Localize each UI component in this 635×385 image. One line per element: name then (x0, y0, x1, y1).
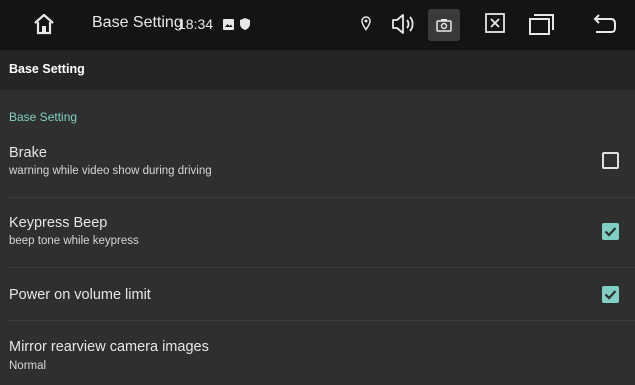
divider (9, 320, 635, 321)
camera-button[interactable] (428, 9, 460, 41)
camera-icon (436, 19, 452, 32)
home-icon[interactable] (33, 13, 55, 35)
shield-icon (240, 18, 250, 30)
status-bar-title: Base Setting (92, 14, 183, 31)
setting-title: Keypress Beep (9, 215, 108, 231)
setting-title: Brake (9, 145, 47, 161)
setting-brake[interactable]: Brake warning while video show during dr… (0, 140, 635, 197)
status-bar: Base Setting 18:34 (0, 0, 635, 50)
brake-checkbox[interactable] (602, 152, 619, 169)
keypress-beep-checkbox[interactable] (602, 223, 619, 240)
checkmark-icon (604, 227, 617, 237)
app-bar: Base Setting (0, 50, 635, 90)
settings-screen: Base Setting 18:34 Base Setting Base Set… (0, 0, 635, 385)
section-header: Base Setting (9, 110, 78, 124)
recent-apps-icon[interactable] (529, 13, 555, 35)
setting-summary: Normal (9, 360, 47, 372)
close-icon[interactable] (485, 13, 505, 33)
location-icon (361, 16, 371, 31)
divider (9, 197, 635, 198)
setting-summary: beep tone while keypress (9, 235, 139, 247)
status-bar-time: 18:34 (178, 16, 214, 32)
volume-icon[interactable] (391, 13, 415, 35)
setting-keypress-beep[interactable]: Keypress Beep beep tone while keypress (0, 210, 635, 267)
setting-title: Mirror rearview camera images (9, 339, 209, 355)
back-icon[interactable] (593, 14, 617, 34)
setting-mirror-camera[interactable]: Mirror rearview camera images Normal (0, 333, 635, 385)
page-title: Base Setting (9, 62, 85, 76)
setting-summary: warning while video show during driving (9, 165, 212, 177)
image-icon (223, 19, 234, 30)
setting-title: Power on volume limit (9, 287, 151, 303)
power-volume-checkbox[interactable] (602, 286, 619, 303)
checkmark-icon (604, 290, 617, 300)
setting-power-volume-limit[interactable]: Power on volume limit (0, 268, 635, 320)
